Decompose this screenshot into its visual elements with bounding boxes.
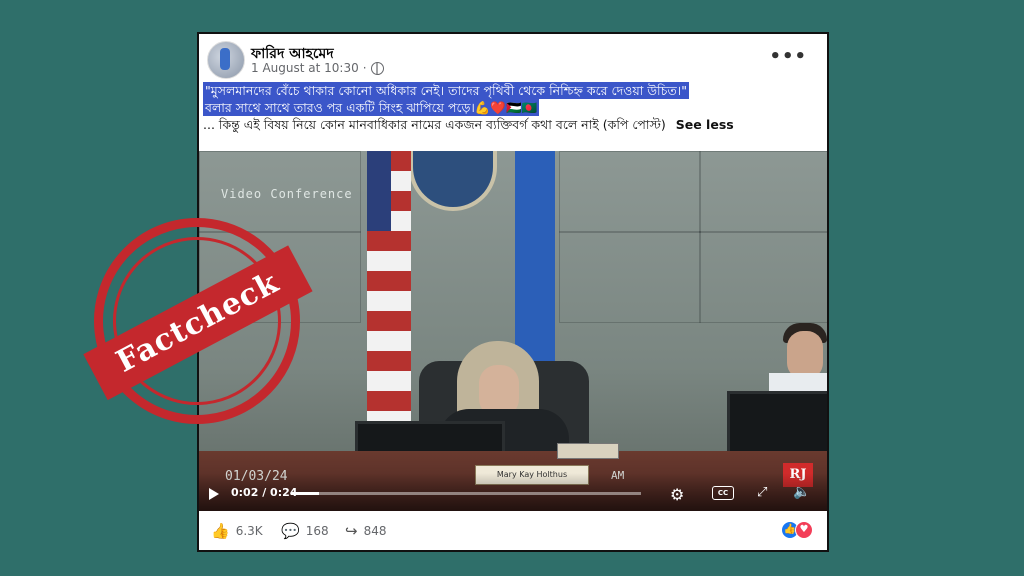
post-text-line-3: ... কিন্তু এই বিষয় নিয়ে কোন মানবাধিকার… <box>203 117 666 132</box>
post-text: "মুসলমানদের বেঁচে থাকার কোনো অধিকার নেই।… <box>203 82 823 133</box>
captions-icon[interactable]: CC <box>712 486 734 500</box>
progress-fill <box>291 492 319 495</box>
reaction-badges[interactable]: 👍 ♥ <box>781 521 813 539</box>
settings-gear-icon[interactable]: ⚙ <box>670 485 684 504</box>
thumbs-up-icon: 👍 <box>211 522 230 540</box>
wall-tile <box>559 151 701 233</box>
volume-muted-icon[interactable]: 🔈 <box>793 484 810 500</box>
engagement-bar: 👍 6.3K 💬 168 ↪ 848 👍 ♥ <box>199 510 827 550</box>
share-icon: ↪ <box>345 522 358 540</box>
globe-icon <box>370 61 384 75</box>
fullscreen-icon[interactable]: ⤢ <box>757 485 767 500</box>
share-count-group[interactable]: ↪ 848 <box>345 522 386 540</box>
comment-count: 168 <box>305 524 329 538</box>
clerk-face <box>787 331 823 379</box>
video-time: 0:02 / 0:24 <box>231 486 298 499</box>
wall-tile <box>699 231 827 323</box>
like-count: 6.3K <box>235 524 263 538</box>
highlighted-quote: "মুসলমানদের বেঁচে থাকার কোনো অধিকার নেই।… <box>203 82 689 99</box>
like-count-group[interactable]: 👍 6.3K <box>211 522 263 540</box>
nevada-flag <box>515 151 555 381</box>
post-header: ফারিদ আহমেদ 1 August at 10:30 · ••• <box>205 38 821 79</box>
see-less-link[interactable]: See less <box>676 117 734 132</box>
comment-icon: 💬 <box>281 522 300 540</box>
post-timestamp[interactable]: 1 August at 10:30 <box>251 61 359 75</box>
avatar[interactable] <box>207 41 245 79</box>
love-reaction-icon: ♥ <box>795 521 813 539</box>
small-nameplate <box>557 443 619 459</box>
share-count: 848 <box>363 524 387 538</box>
more-options-icon[interactable]: ••• <box>769 46 807 67</box>
us-flag <box>367 151 411 421</box>
wall-tile <box>699 151 827 233</box>
play-icon[interactable] <box>209 488 219 500</box>
wall-tile <box>559 231 701 323</box>
post-meta: 1 August at 10:30 · <box>251 61 384 75</box>
video-controls: 0:02 / 0:24 ⚙ CC ⤢ 🔈 <box>199 473 827 511</box>
comment-count-group[interactable]: 💬 168 <box>281 522 329 540</box>
highlighted-line-2: বলার সাথে সাথে তারও পর একটি সিংহ ঝাপিয়ে… <box>203 99 540 116</box>
progress-bar[interactable] <box>291 492 641 495</box>
video-conference-label: Video Conference <box>221 187 353 201</box>
